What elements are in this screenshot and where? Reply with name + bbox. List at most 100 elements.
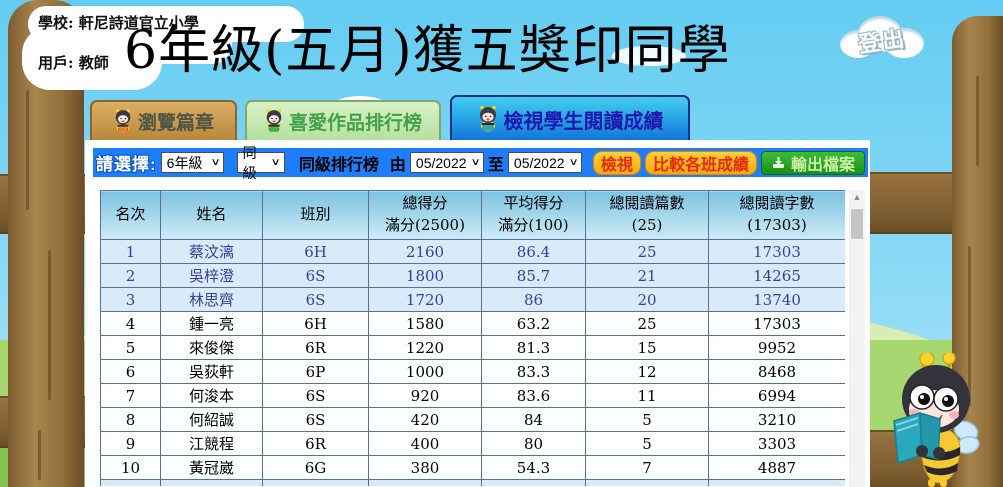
total-score-cell: 2160 <box>369 240 482 264</box>
partial-cell <box>482 480 586 487</box>
table-row: 6吳荻軒6P100083.3128468 <box>101 360 846 384</box>
tab-browse-articles[interactable]: 瀏覽篇章 <box>90 100 237 140</box>
table-scrollbar[interactable]: ▲ <box>849 190 865 487</box>
words-count-cell: 6994 <box>709 384 846 408</box>
class-cell: 6R <box>263 432 369 456</box>
column-header: 平均得分滿分(100) <box>482 191 586 240</box>
rank-cell: 1 <box>101 240 161 264</box>
from-month-select[interactable]: 05/2022 ∨ <box>410 152 484 173</box>
class-cell: 6P <box>263 360 369 384</box>
articles-count-cell: 7 <box>586 456 709 480</box>
view-button[interactable]: 檢視 <box>593 151 641 175</box>
rank-cell: 10 <box>101 456 161 480</box>
chevron-down-icon: ∨ <box>568 157 578 168</box>
class-cell: 6G <box>263 456 369 480</box>
articles-count-cell: 25 <box>586 240 709 264</box>
rank-cell: 4 <box>101 312 161 336</box>
scroll-up-icon[interactable]: ▲ <box>849 190 865 205</box>
articles-count-cell: 25 <box>586 312 709 336</box>
average-score-cell: 86 <box>482 288 586 312</box>
partial-cell <box>586 480 709 487</box>
name-cell: 黃冠崴 <box>161 456 263 480</box>
total-score-cell: 920 <box>369 384 482 408</box>
tab-label: 喜愛作品排行榜 <box>289 108 422 135</box>
partial-cell <box>263 480 369 487</box>
chevron-down-icon: ∨ <box>470 157 480 168</box>
bee-icon <box>264 109 284 133</box>
total-score-cell: 380 <box>369 456 482 480</box>
class-cell: 6S <box>263 288 369 312</box>
average-score-cell: 84 <box>482 408 586 432</box>
average-score-cell: 80 <box>482 432 586 456</box>
table-row: 4鍾一亮6H158063.22517303 <box>101 312 846 336</box>
score-table-head-row: 名次姓名班別總得分滿分(2500)平均得分滿分(100)總閱讀篇數(25)總閱讀… <box>101 191 846 240</box>
compare-classes-button[interactable]: 比較各班成績 <box>645 151 757 175</box>
rank-cell: 7 <box>101 384 161 408</box>
to-label: 至 <box>488 151 504 175</box>
column-header: 班別 <box>263 191 369 240</box>
name-cell: 何浚本 <box>161 384 263 408</box>
tab-view-reading-scores[interactable]: 檢視學生閱讀成績 <box>450 95 690 141</box>
total-score-cell: 400 <box>369 432 482 456</box>
articles-count-cell: 15 <box>586 336 709 360</box>
average-score-cell: 83.6 <box>482 384 586 408</box>
rank-cell: 9 <box>101 432 161 456</box>
name-cell: 鍾一亮 <box>161 312 263 336</box>
tab-label: 瀏覽篇章 <box>138 108 214 135</box>
articles-count-cell: 21 <box>586 264 709 288</box>
table-row: 9江競程6R4008053303 <box>101 432 846 456</box>
words-count-cell: 13740 <box>709 288 846 312</box>
tab-favourite-ranking[interactable]: 喜愛作品排行榜 <box>245 100 441 140</box>
select-prompt-label: 請選擇: <box>96 150 157 175</box>
average-score-cell: 54.3 <box>482 456 586 480</box>
rank-cell: 6 <box>101 360 161 384</box>
average-score-cell: 86.4 <box>482 240 586 264</box>
table-row: 2吳梓澄6S180085.72114265 <box>101 264 846 288</box>
column-header: 名次 <box>101 191 161 240</box>
articles-count-cell: 12 <box>586 360 709 384</box>
words-count-cell: 3303 <box>709 432 846 456</box>
tab-label: 檢視學生閱讀成績 <box>504 105 664 134</box>
column-header: 總閱讀字數(17303) <box>709 191 846 240</box>
name-cell: 來俊傑 <box>161 336 263 360</box>
scope-select[interactable]: 同級 ∨ <box>237 152 285 173</box>
words-count-cell: 17303 <box>709 312 846 336</box>
average-score-cell: 63.2 <box>482 312 586 336</box>
to-month-value: 05/2022 <box>514 155 565 171</box>
partial-cell <box>709 480 846 487</box>
from-month-value: 05/2022 <box>416 155 467 171</box>
name-cell: 林思齊 <box>161 288 263 312</box>
words-count-cell: 9952 <box>709 336 846 360</box>
total-score-cell: 1220 <box>369 336 482 360</box>
partial-cell <box>369 480 482 487</box>
logout-button[interactable]: 登出 <box>840 14 924 66</box>
bee-mascot <box>876 353 984 487</box>
rank-cell: 3 <box>101 288 161 312</box>
articles-count-cell: 20 <box>586 288 709 312</box>
export-file-button[interactable]: 輸出檔案 <box>761 151 865 175</box>
column-header: 總得分滿分(2500) <box>369 191 482 240</box>
bee-icon <box>113 109 133 133</box>
grade-select[interactable]: 6年級 ∨ <box>161 152 224 173</box>
table-row: 5來俊傑6R122081.3159952 <box>101 336 846 360</box>
scope-select-value: 同級 <box>243 143 268 183</box>
score-table-body: 1蔡汶漓6H216086.425173032吳梓澄6S180085.721142… <box>101 240 846 487</box>
chevron-down-icon: ∨ <box>210 157 220 168</box>
user-label: 用戶: 教師 <box>38 52 109 73</box>
table-row-partial <box>101 480 846 487</box>
scrollbar-thumb[interactable] <box>851 209 863 239</box>
to-month-select[interactable]: 05/2022 ∨ <box>508 152 582 173</box>
articles-count-cell: 5 <box>586 432 709 456</box>
name-cell: 何紹誠 <box>161 408 263 432</box>
class-cell: 6R <box>263 336 369 360</box>
words-count-cell: 17303 <box>709 240 846 264</box>
rank-cell: 2 <box>101 264 161 288</box>
words-count-cell: 14265 <box>709 264 846 288</box>
total-score-cell: 1720 <box>369 288 482 312</box>
table-row: 10黃冠崴6G38054.374887 <box>101 456 846 480</box>
total-score-cell: 1580 <box>369 312 482 336</box>
table-row: 1蔡汶漓6H216086.42517303 <box>101 240 846 264</box>
ranking-label: 同級排行榜 <box>299 151 379 175</box>
content-panel: 請選擇: 6年級 ∨ 同級 ∨ 同級排行榜 由 05/2022 ∨ 至 05/2… <box>85 140 870 487</box>
column-header: 總閱讀篇數(25) <box>586 191 709 240</box>
